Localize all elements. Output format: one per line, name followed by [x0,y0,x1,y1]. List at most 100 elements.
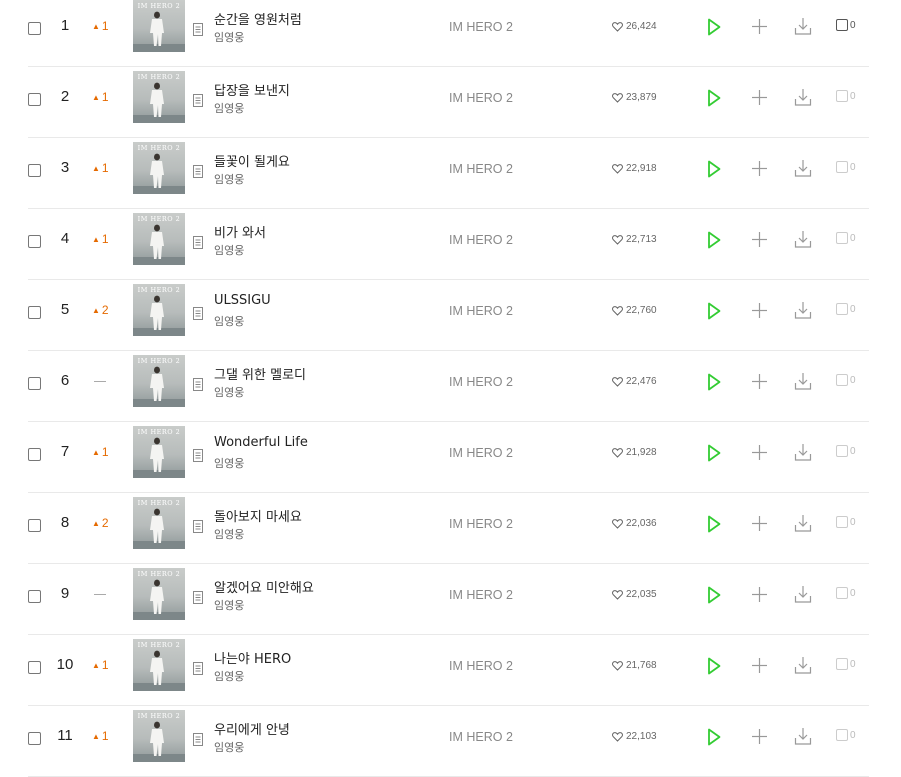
select-checkbox[interactable] [28,164,41,177]
song-title[interactable]: 돌아보지 마세요 [214,506,302,525]
play-icon[interactable] [706,230,722,250]
video-button[interactable]: 0 [836,90,856,102]
play-icon[interactable] [706,656,722,676]
album-name[interactable]: IM HERO 2 [449,20,513,34]
album-name[interactable]: IM HERO 2 [449,162,513,176]
select-checkbox[interactable] [28,306,41,319]
album-art[interactable]: IM HERO 2 [133,497,185,549]
song-title[interactable]: 알겠어요 미안해요 [214,577,314,596]
song-title[interactable]: Wonderful Life [214,435,308,450]
video-button[interactable]: 0 [836,19,856,31]
select-checkbox[interactable] [28,235,41,248]
play-icon[interactable] [706,17,722,37]
song-title[interactable]: 우리에게 안녕 [214,719,290,738]
download-icon[interactable] [794,514,812,533]
like-button[interactable]: 22,103 [612,731,657,742]
plus-icon[interactable] [751,373,768,390]
like-button[interactable]: 23,879 [612,92,657,103]
like-button[interactable]: 22,713 [612,234,657,245]
album-art[interactable]: IM HERO 2 [133,568,185,620]
document-icon[interactable] [192,376,204,391]
song-title[interactable]: ULSSIGU [214,293,271,308]
song-title[interactable]: 나는야 HERO [214,648,291,667]
album-art[interactable]: IM HERO 2 [133,71,185,123]
download-icon[interactable] [794,301,812,320]
song-title[interactable]: 들꽃이 될게요 [214,151,290,170]
song-title[interactable]: 그댈 위한 멜로디 [214,364,306,383]
play-icon[interactable] [706,443,722,463]
video-button[interactable]: 0 [836,161,856,173]
like-button[interactable]: 22,918 [612,163,657,174]
plus-icon[interactable] [751,444,768,461]
album-name[interactable]: IM HERO 2 [449,517,513,531]
play-icon[interactable] [706,585,722,605]
plus-icon[interactable] [751,18,768,35]
artist-name[interactable]: 임영웅 [214,100,244,116]
document-icon[interactable] [192,305,204,320]
plus-icon[interactable] [751,231,768,248]
download-icon[interactable] [794,88,812,107]
select-checkbox[interactable] [28,732,41,745]
album-art[interactable]: IM HERO 2 [133,426,185,478]
download-icon[interactable] [794,17,812,36]
video-button[interactable]: 0 [836,658,856,670]
like-button[interactable]: 21,928 [612,447,657,458]
document-icon[interactable] [192,92,204,107]
video-button[interactable]: 0 [836,516,856,528]
download-icon[interactable] [794,230,812,249]
artist-name[interactable]: 임영웅 [214,242,244,258]
album-art[interactable]: IM HERO 2 [133,710,185,762]
song-title[interactable]: 답장을 보낸지 [214,80,290,99]
album-art[interactable]: IM HERO 2 [133,213,185,265]
album-name[interactable]: IM HERO 2 [449,375,513,389]
document-icon[interactable] [192,731,204,746]
select-checkbox[interactable] [28,519,41,532]
document-icon[interactable] [192,660,204,675]
song-title[interactable]: 순간을 영원처럼 [214,9,302,28]
video-button[interactable]: 0 [836,232,856,244]
play-icon[interactable] [706,159,722,179]
like-button[interactable]: 22,035 [612,589,657,600]
select-checkbox[interactable] [28,590,41,603]
play-icon[interactable] [706,301,722,321]
artist-name[interactable]: 임영웅 [214,597,244,613]
artist-name[interactable]: 임영웅 [214,29,244,45]
download-icon[interactable] [794,656,812,675]
plus-icon[interactable] [751,302,768,319]
album-art[interactable]: IM HERO 2 [133,142,185,194]
artist-name[interactable]: 임영웅 [214,171,244,187]
download-icon[interactable] [794,585,812,604]
video-button[interactable]: 0 [836,729,856,741]
album-name[interactable]: IM HERO 2 [449,659,513,673]
artist-name[interactable]: 임영웅 [214,455,244,471]
play-icon[interactable] [706,514,722,534]
download-icon[interactable] [794,443,812,462]
plus-icon[interactable] [751,657,768,674]
plus-icon[interactable] [751,160,768,177]
like-button[interactable]: 22,760 [612,305,657,316]
play-icon[interactable] [706,727,722,747]
album-name[interactable]: IM HERO 2 [449,91,513,105]
album-art[interactable]: IM HERO 2 [133,639,185,691]
select-checkbox[interactable] [28,93,41,106]
document-icon[interactable] [192,589,204,604]
download-icon[interactable] [794,727,812,746]
album-art[interactable]: IM HERO 2 [133,284,185,336]
document-icon[interactable] [192,21,204,36]
play-icon[interactable] [706,372,722,392]
plus-icon[interactable] [751,89,768,106]
artist-name[interactable]: 임영웅 [214,313,244,329]
video-button[interactable]: 0 [836,303,856,315]
like-button[interactable]: 22,476 [612,376,657,387]
artist-name[interactable]: 임영웅 [214,526,244,542]
play-icon[interactable] [706,88,722,108]
album-name[interactable]: IM HERO 2 [449,446,513,460]
album-name[interactable]: IM HERO 2 [449,233,513,247]
plus-icon[interactable] [751,515,768,532]
video-button[interactable]: 0 [836,445,856,457]
select-checkbox[interactable] [28,22,41,35]
artist-name[interactable]: 임영웅 [214,739,244,755]
like-button[interactable]: 26,424 [612,21,657,32]
song-title[interactable]: 비가 와서 [214,222,266,241]
download-icon[interactable] [794,372,812,391]
